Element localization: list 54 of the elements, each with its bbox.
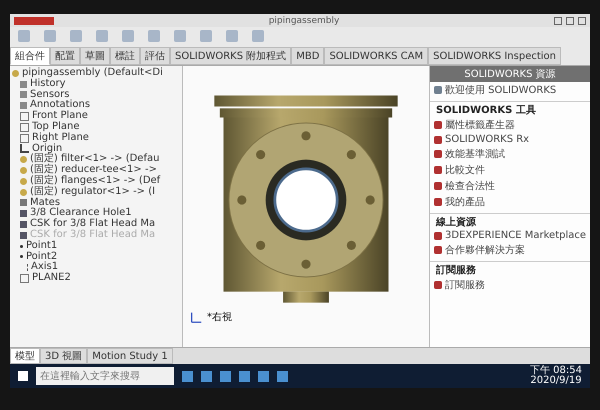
model-tab[interactable]: 模型 bbox=[10, 348, 40, 364]
tree-item[interactable]: Point1 bbox=[26, 240, 58, 252]
tree-item[interactable]: 3/8 Clearance Hole1 bbox=[30, 208, 132, 220]
tree-item[interactable]: Mates bbox=[30, 198, 60, 208]
origin-icon bbox=[20, 144, 29, 154]
resource-link[interactable]: 3DEXPERIENCE Marketplace bbox=[445, 230, 586, 241]
tree-item[interactable]: PLANE2 bbox=[32, 273, 71, 284]
resource-link[interactable]: 比較文件 bbox=[445, 163, 485, 177]
command-tab[interactable]: SOLIDWORKS Inspection bbox=[428, 47, 562, 65]
resource-link[interactable]: 屬性標籤產生器 bbox=[445, 118, 515, 132]
tree-item[interactable]: (固定) flanges<1> -> (Def bbox=[30, 176, 160, 187]
taskbar-search-field[interactable]: 在這裡輸入文字來搜尋 bbox=[36, 367, 174, 385]
tree-item[interactable]: Sensors bbox=[30, 90, 70, 100]
command-tab[interactable]: 評估 bbox=[140, 47, 170, 65]
command-tab[interactable]: 配置 bbox=[50, 47, 80, 65]
tree-item[interactable]: History bbox=[30, 78, 66, 90]
tree-item[interactable]: Origin bbox=[32, 144, 62, 154]
resource-link[interactable]: 我的產品 bbox=[445, 195, 485, 209]
command-tab[interactable]: 標註 bbox=[110, 47, 140, 65]
resource-link[interactable]: 訂閱服務 bbox=[445, 278, 485, 292]
model-tab[interactable]: Motion Study 1 bbox=[87, 348, 173, 364]
command-tab[interactable]: 草圖 bbox=[80, 47, 110, 65]
clock-time: 下午 08:54 bbox=[530, 366, 582, 376]
tree-item[interactable]: Axis1 bbox=[31, 262, 58, 274]
section-title: SOLIDWORKS 工具 bbox=[435, 104, 537, 117]
tree-item[interactable]: Annotations bbox=[30, 100, 90, 112]
resource-link[interactable]: SOLIDWORKS Rx bbox=[445, 134, 530, 145]
command-tab[interactable]: MBD bbox=[291, 47, 324, 65]
view-label: *右視 bbox=[207, 310, 232, 324]
section-title: 線上資源 bbox=[434, 216, 477, 229]
model-tab[interactable]: 3D 視圖 bbox=[40, 348, 88, 364]
tree-item[interactable]: Front Plane bbox=[32, 111, 88, 122]
section-title: 訂閱服務 bbox=[435, 264, 477, 277]
tree-item[interactable]: (固定) reducer-tee<1> -> bbox=[30, 165, 157, 176]
point-icon bbox=[20, 244, 23, 248]
resource-link[interactable]: 效能基準測試 bbox=[445, 147, 505, 161]
window-controls-icon[interactable] bbox=[554, 16, 586, 24]
axis-triad-icon bbox=[189, 310, 203, 324]
command-tab[interactable]: SOLIDWORKS 附加程式 bbox=[170, 47, 292, 65]
command-tab[interactable]: SOLIDWORKS CAM bbox=[324, 47, 428, 65]
command-tab[interactable]: 組合件 bbox=[10, 47, 50, 65]
tree-item[interactable]: Right Plane bbox=[32, 132, 89, 144]
resource-link[interactable]: 合作夥伴解決方案 bbox=[445, 243, 525, 257]
welcome-link[interactable]: 歡迎使用 SOLIDWORKS bbox=[445, 83, 556, 97]
tree-item[interactable]: pipingassembly (Default<Di bbox=[22, 68, 163, 79]
resource-link[interactable]: 檢查合法性 bbox=[445, 179, 495, 193]
tree-item[interactable]: Top Plane bbox=[32, 122, 80, 133]
window-title: pipingassembly bbox=[268, 16, 340, 26]
clock-date: 2020/9/19 bbox=[530, 376, 582, 386]
point-icon bbox=[20, 255, 23, 258]
tree-item[interactable]: (固定) regulator<1> -> (I bbox=[30, 186, 156, 198]
tree-item[interactable]: CSK for 3/8 Flat Head Ma bbox=[30, 219, 156, 230]
panel-header: SOLIDWORKS 資源 bbox=[430, 66, 590, 82]
tree-item[interactable]: Point2 bbox=[26, 252, 58, 262]
